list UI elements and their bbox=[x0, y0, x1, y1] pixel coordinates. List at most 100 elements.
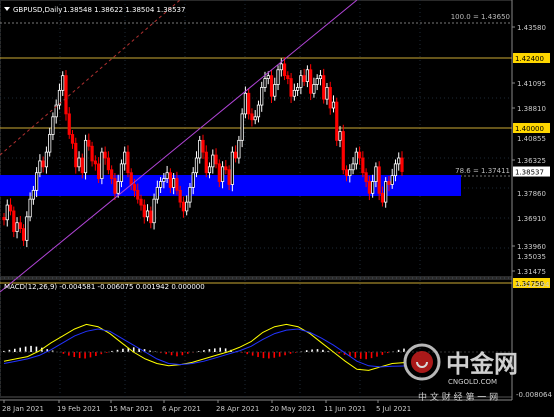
candle-bull bbox=[116, 181, 120, 194]
candle-bull bbox=[188, 187, 192, 203]
candle-bear bbox=[80, 157, 84, 174]
candle-bull bbox=[331, 101, 336, 109]
candle-bull bbox=[237, 139, 241, 159]
price-tag-label: 1.40000 bbox=[515, 125, 544, 133]
ohlc-readout: 1.38548 1.38622 1.38504 1.38537 bbox=[63, 6, 185, 14]
price-tick-label: 1.31475 bbox=[517, 268, 546, 276]
candle-bull bbox=[263, 78, 267, 88]
candle-bear bbox=[322, 75, 326, 100]
price-tick-label: 1.41095 bbox=[517, 80, 546, 88]
candle-bear bbox=[217, 163, 221, 182]
candle-bear bbox=[289, 78, 293, 97]
candle-bull bbox=[397, 157, 401, 165]
candle-bear bbox=[74, 142, 78, 168]
candle-bull bbox=[162, 178, 166, 182]
candle-bull bbox=[276, 69, 280, 85]
candle-bull bbox=[253, 116, 257, 121]
candle-bull bbox=[211, 154, 215, 168]
candle-bear bbox=[64, 75, 68, 115]
price-tick-label: 1.40855 bbox=[517, 135, 546, 143]
candle-bear bbox=[250, 113, 254, 121]
time-axis[interactable]: 28 Jan 2021 19 Feb 2021 15 Mar 2021 6 Apr 2… bbox=[2, 400, 411, 413]
candle-bear bbox=[126, 151, 130, 174]
time-tick-label: 6 Apr 2021 bbox=[162, 405, 201, 413]
candle-bull bbox=[35, 172, 39, 191]
candle-bear bbox=[67, 113, 71, 135]
candle-bear bbox=[93, 160, 97, 165]
candle-bear bbox=[224, 166, 228, 171]
candle-bull bbox=[348, 169, 352, 177]
candle-bear bbox=[227, 169, 231, 185]
candle-bear bbox=[103, 151, 107, 159]
candle-bear bbox=[97, 163, 101, 179]
candle-bear bbox=[282, 63, 287, 77]
candle-bear bbox=[214, 154, 218, 165]
candle-bear bbox=[364, 172, 368, 182]
candle-bear bbox=[341, 131, 345, 171]
candle-bull bbox=[152, 198, 156, 224]
candle-bull bbox=[384, 181, 388, 203]
time-tick-label: 28 Apr 2021 bbox=[216, 405, 259, 413]
candle-bull bbox=[338, 131, 342, 141]
candle-bull bbox=[299, 75, 303, 88]
price-tick-label: 1.33960 bbox=[517, 243, 546, 251]
candle-bull bbox=[77, 157, 81, 168]
macd-axis-top: 0.012994 bbox=[516, 281, 550, 289]
candle-bull bbox=[260, 87, 264, 106]
candle-bull bbox=[185, 201, 189, 212]
watermark-slogan: 中 文 财 经 第 一 网 bbox=[418, 391, 498, 403]
fib-label-786: 78.6 = 1.37411 bbox=[455, 167, 510, 175]
candle-bear bbox=[234, 151, 238, 159]
candle-bull bbox=[318, 75, 323, 79]
candle-bull bbox=[240, 113, 244, 141]
candle-bear bbox=[136, 189, 140, 200]
candle-bull bbox=[48, 134, 52, 153]
candle-bear bbox=[387, 181, 391, 185]
candle-bear bbox=[361, 157, 365, 174]
price-panel[interactable] bbox=[0, 0, 513, 278]
candle-bull bbox=[31, 189, 35, 200]
candle-bull bbox=[25, 216, 29, 241]
candle-bear bbox=[87, 139, 91, 147]
candle-bull bbox=[194, 157, 199, 174]
candle-bull bbox=[305, 69, 309, 82]
price-tick-label: 1.37860 bbox=[517, 190, 546, 198]
candle-bear bbox=[344, 169, 349, 177]
candle-bear bbox=[367, 181, 371, 194]
candle-bull bbox=[83, 139, 88, 174]
candle-bear bbox=[139, 198, 143, 206]
candle-bear bbox=[178, 189, 182, 203]
candle-bear bbox=[149, 210, 153, 224]
candle-bull bbox=[354, 151, 358, 165]
candle-bull bbox=[371, 181, 375, 194]
symbol-label[interactable]: GBPUSD,Daily bbox=[13, 6, 62, 14]
candle-bear bbox=[204, 151, 208, 174]
candle-bull bbox=[266, 75, 270, 79]
chart-canvas[interactable]: 100.0 = 1.43650 78.6 = 1.37411 GBPUSD,Da… bbox=[0, 0, 554, 417]
candle-bear bbox=[309, 69, 313, 94]
candle-bear bbox=[106, 157, 110, 171]
candle-bull bbox=[198, 139, 202, 159]
candle-bull bbox=[296, 87, 300, 91]
candle-bull bbox=[315, 78, 319, 85]
candle-bull bbox=[15, 222, 19, 232]
candle-bear bbox=[269, 75, 274, 97]
candle-bull bbox=[51, 116, 55, 135]
price-tick-label: 1.36910 bbox=[517, 215, 546, 223]
candle-bull bbox=[155, 187, 159, 200]
watermark-site: CNGOLD.COM bbox=[448, 378, 497, 386]
candle-bear bbox=[286, 75, 290, 79]
time-tick-label: 19 Feb 2021 bbox=[57, 405, 101, 413]
time-tick-label: 20 May 2021 bbox=[270, 405, 316, 413]
candle-bear bbox=[335, 101, 339, 141]
time-tick-label: 15 Mar 2021 bbox=[109, 405, 153, 413]
trading-chart-window: 100.0 = 1.43650 78.6 = 1.37411 GBPUSD,Da… bbox=[0, 0, 554, 417]
candle-bear bbox=[142, 204, 146, 218]
candle-bull bbox=[374, 166, 378, 182]
candle-bull bbox=[207, 166, 212, 174]
candle-bull bbox=[351, 163, 355, 171]
candle-bear bbox=[175, 178, 179, 191]
candle-bull bbox=[5, 204, 9, 221]
candle-bear bbox=[302, 75, 306, 82]
candle-bear bbox=[8, 204, 13, 212]
